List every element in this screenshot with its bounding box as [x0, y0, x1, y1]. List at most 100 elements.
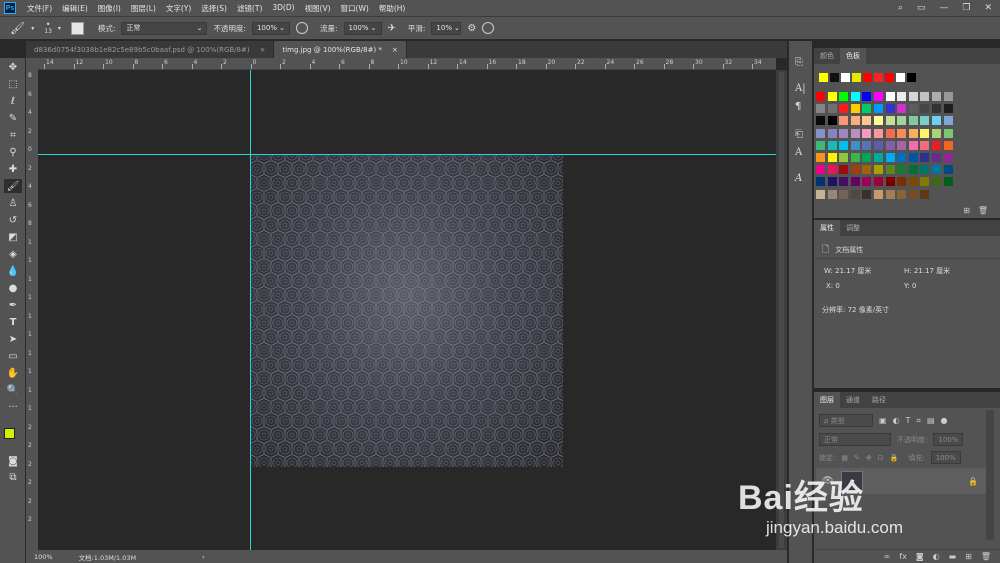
visibility-eye-icon[interactable]: 👁 — [822, 476, 833, 486]
airbrush-icon[interactable]: ✈ — [388, 23, 396, 34]
color-swatch[interactable] — [839, 177, 849, 187]
color-swatch[interactable] — [920, 177, 930, 187]
color-swatch[interactable] — [839, 128, 849, 138]
color-swatch[interactable] — [862, 116, 872, 126]
healing-brush-tool-icon[interactable]: ✚ — [4, 162, 22, 176]
color-swatch[interactable] — [862, 104, 872, 114]
color-swatch[interactable] — [908, 189, 918, 199]
color-swatch[interactable] — [885, 189, 895, 199]
clone-stamp-tool-icon[interactable]: ♙ — [4, 196, 22, 210]
color-swatch[interactable] — [874, 92, 883, 101]
color-swatch[interactable] — [908, 165, 918, 175]
adjustment-layer-icon[interactable]: ◐ — [933, 552, 940, 561]
color-swatch[interactable] — [932, 177, 941, 187]
color-swatch[interactable] — [897, 189, 907, 199]
menu-item[interactable]: 图层(L) — [126, 3, 161, 14]
color-swatch[interactable] — [862, 128, 872, 138]
color-swatch[interactable] — [897, 104, 907, 114]
search-icon[interactable]: ⌕ — [898, 3, 903, 13]
trash-icon[interactable]: 🗑 — [978, 206, 988, 215]
color-swatch[interactable] — [885, 140, 895, 150]
tab-paths[interactable]: 路径 — [866, 392, 892, 408]
crop-tool-icon[interactable]: ⌗ — [4, 128, 22, 142]
color-swatch[interactable] — [839, 165, 849, 175]
color-swatch[interactable] — [920, 189, 930, 199]
quick-selection-tool-icon[interactable]: ✎ — [4, 111, 22, 125]
color-swatch[interactable] — [943, 104, 953, 114]
horizontal-ruler[interactable]: 14 12 10 8 6 4 2 0 2 4 6 8 10 12 14 16 18 20 22 24 26 28 30 32 3… — [38, 58, 776, 70]
pixel-filter-icon[interactable]: ▣ — [879, 416, 887, 425]
color-swatch[interactable] — [932, 104, 941, 114]
more-tools-icon[interactable]: ··· — [4, 400, 22, 414]
tab-channels[interactable]: 通道 — [840, 392, 866, 408]
color-swatch[interactable] — [943, 165, 953, 175]
filter-toggle-icon[interactable]: ● — [941, 416, 948, 425]
paint-bucket-tool-icon[interactable]: ◈ — [4, 247, 22, 261]
tab-properties[interactable]: 属性 — [814, 220, 840, 236]
adjustment-filter-icon[interactable]: ◐ — [893, 416, 900, 425]
recent-swatch[interactable] — [896, 73, 905, 82]
color-swatch[interactable] — [850, 128, 860, 138]
lasso-tool-icon[interactable]: ℓ — [4, 94, 22, 108]
color-swatch[interactable] — [862, 165, 872, 175]
fill-input[interactable]: 100% — [930, 451, 961, 464]
brush-preset-picker[interactable]: • 13 — [44, 21, 52, 36]
brush-tool-icon[interactable]: 🖌 — [4, 179, 22, 193]
color-swatch[interactable] — [827, 128, 837, 138]
color-swatch[interactable] — [908, 92, 918, 101]
menu-item[interactable]: 窗口(W) — [336, 3, 374, 14]
color-swatch[interactable] — [816, 140, 825, 150]
color-swatch[interactable] — [885, 116, 895, 126]
type-tool-icon[interactable]: T — [4, 315, 22, 329]
color-swatch[interactable] — [885, 177, 895, 187]
color-swatch[interactable] — [827, 165, 837, 175]
close-tab-icon[interactable]: × — [392, 46, 398, 54]
lock-position-icon[interactable]: ✥ — [866, 454, 872, 462]
smart-object-filter-icon[interactable]: ▤ — [927, 416, 935, 425]
color-swatch[interactable] — [816, 116, 825, 126]
color-swatch[interactable] — [862, 153, 872, 162]
blur-tool-icon[interactable]: 💧 — [4, 264, 22, 278]
menu-item[interactable]: 文字(Y) — [161, 3, 196, 14]
tab-psd-document[interactable]: d836d0754f3038b1e82c5e89b5c0baaf.psd @ 1… — [26, 41, 275, 58]
character-styles-icon[interactable]: A — [795, 147, 802, 158]
color-swatch[interactable] — [827, 116, 837, 126]
tab-timg-document[interactable]: timg.jpg @ 100%(RGB/8#) * × — [274, 41, 407, 58]
color-swatch[interactable] — [908, 116, 918, 126]
recent-swatch[interactable] — [885, 73, 894, 82]
color-swatch[interactable] — [943, 116, 953, 126]
color-swatch[interactable] — [932, 116, 941, 126]
layers-scrollbar[interactable] — [986, 410, 994, 540]
color-swatch[interactable] — [862, 92, 872, 101]
color-swatch[interactable] — [885, 128, 895, 138]
color-swatch[interactable] — [816, 104, 825, 114]
color-swatch[interactable] — [839, 104, 849, 114]
new-layer-icon[interactable]: ⊞ — [965, 552, 972, 561]
menu-item[interactable]: 编辑(E) — [57, 3, 93, 14]
color-swatch[interactable] — [920, 128, 930, 138]
color-swatch[interactable] — [932, 153, 941, 162]
gear-icon[interactable]: ⚙ — [467, 23, 476, 34]
quick-mask-icon[interactable]: ◙ — [4, 454, 22, 468]
color-swatch[interactable] — [839, 189, 849, 199]
color-swatch[interactable] — [874, 177, 883, 187]
status-menu-arrow[interactable]: › — [202, 553, 205, 561]
recent-swatch[interactable] — [830, 73, 839, 82]
tab-layers[interactable]: 图层 — [814, 392, 840, 408]
color-swatch[interactable] — [932, 92, 941, 101]
new-swatch-icon[interactable]: ⊞ — [963, 206, 970, 215]
color-swatch[interactable] — [897, 128, 907, 138]
color-swatch[interactable] — [874, 128, 883, 138]
vertical-ruler[interactable]: 8 6 4 2 0 2 4 6 8 1 1 1 1 1 1 1 1 1 1 2 2 2 2 2 2 — [26, 70, 38, 550]
brush-tool-icon[interactable]: 🖌 — [10, 21, 25, 35]
screen-mode-icon[interactable]: ⧉ — [4, 470, 22, 484]
color-swatch[interactable] — [943, 140, 953, 150]
color-swatch[interactable] — [920, 165, 930, 175]
move-tool-icon[interactable]: ✥ — [4, 60, 22, 74]
color-swatch[interactable] — [908, 104, 918, 114]
color-swatch[interactable] — [885, 153, 895, 162]
color-swatch[interactable] — [943, 128, 953, 138]
chevron-down-icon[interactable]: ▾ — [31, 25, 34, 32]
tab-adjustments[interactable]: 调整 — [840, 220, 866, 236]
lock-artboard-icon[interactable]: ⊡ — [878, 454, 884, 462]
